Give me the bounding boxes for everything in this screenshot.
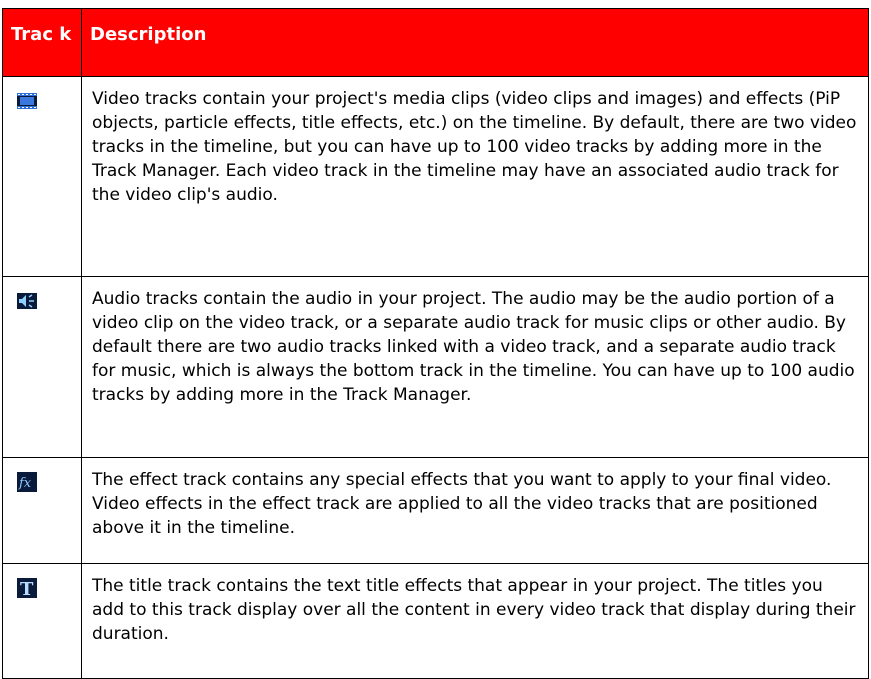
track-icon-cell: T [2,563,82,679]
svg-text:T: T [20,579,34,598]
document-page: Trac k Description Video tracks contain … [0,0,871,679]
audio-track-icon [17,293,37,309]
track-icon-cell [2,276,82,458]
track-description: Audio tracks contain the audio in your p… [81,276,869,458]
track-types-table: Trac k Description Video tracks contain … [2,8,869,679]
track-description: The effect track contains any special ef… [81,457,869,564]
table-row: Audio tracks contain the audio in your p… [2,276,869,458]
table-row: T The title track contains the text titl… [2,563,869,679]
effect-track-icon: fx [17,472,37,492]
title-track-icon: T [17,578,37,598]
track-icon-cell: fx [2,457,82,564]
video-track-icon [17,93,37,109]
table-row: fx The effect track contains any special… [2,457,869,564]
track-icon-cell [2,76,82,277]
track-column-header: Trac k [2,8,82,77]
table-row: Video tracks contain your project's medi… [2,76,869,277]
track-description: Video tracks contain your project's medi… [81,76,869,277]
track-description: The title track contains the text title … [81,563,869,679]
description-column-header: Description [81,8,869,77]
table-header-row: Trac k Description [2,8,869,77]
svg-text:fx: fx [18,476,32,491]
